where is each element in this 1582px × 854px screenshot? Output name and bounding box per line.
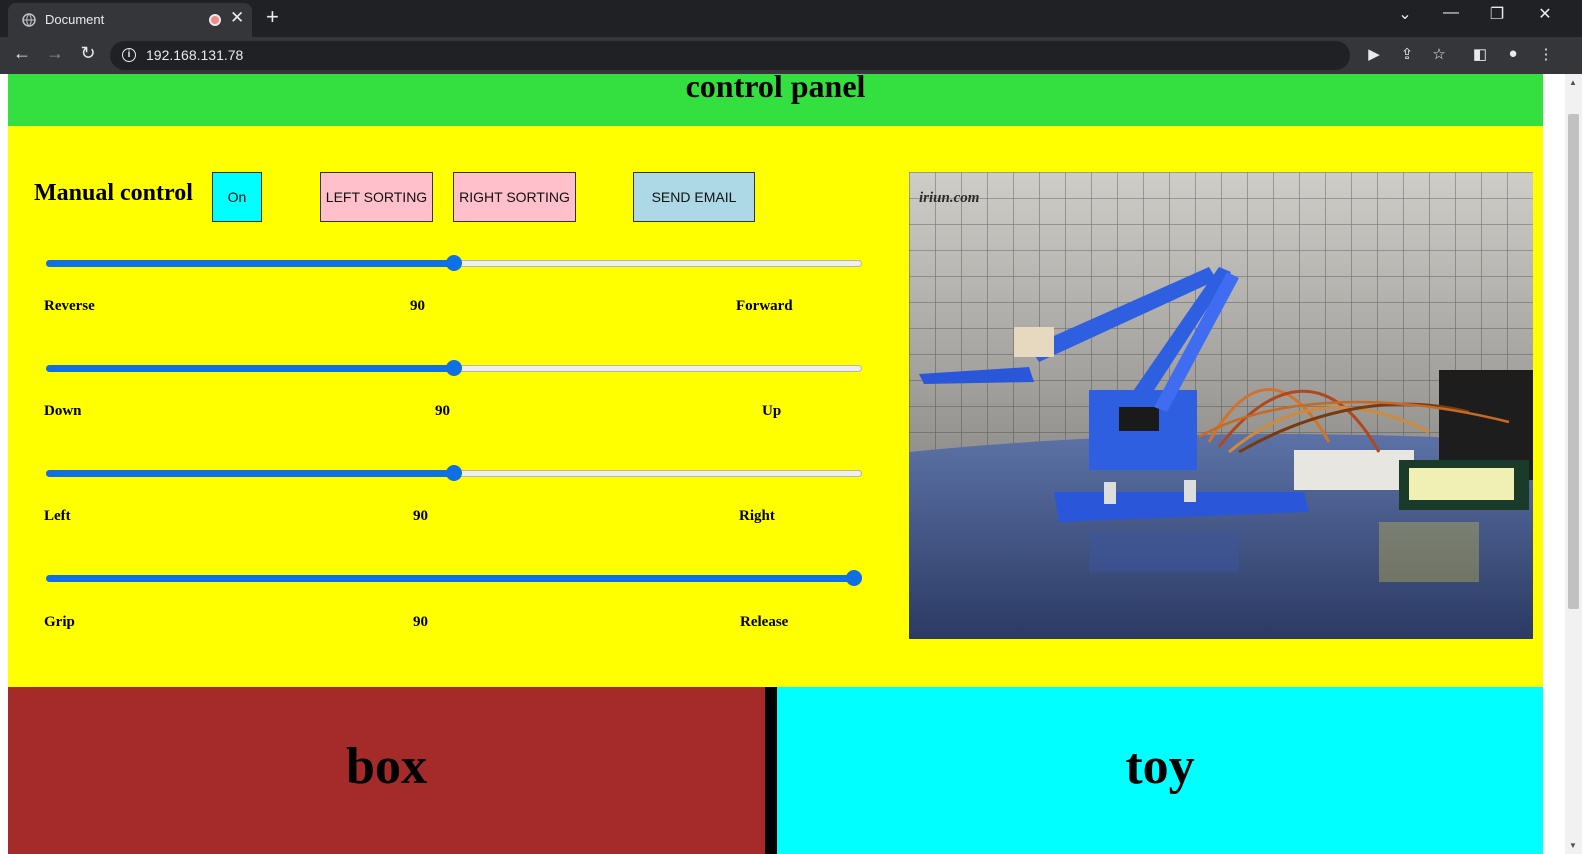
minimize-icon[interactable]: — [1436, 4, 1466, 22]
slider-fill [46, 365, 454, 372]
slider-forward-reverse[interactable] [46, 255, 862, 271]
address-bar[interactable]: i 192.168.131.78 [110, 41, 1350, 70]
slider-min-label: Down [44, 403, 82, 419]
new-tab-icon[interactable]: + [266, 4, 279, 30]
slider-thumb[interactable] [446, 255, 462, 271]
slider-value-label: 90 [435, 403, 450, 419]
slider-thumb[interactable] [846, 570, 862, 586]
page-scrollbar[interactable]: ▲ ▼ [1565, 74, 1582, 854]
globe-icon [22, 13, 36, 27]
slider-value-label: 90 [410, 298, 425, 314]
camera-watermark: iriun.com [919, 190, 979, 206]
slider-value-label: 90 [413, 614, 428, 630]
header-bar: control panel [8, 74, 1543, 126]
slider-thumb[interactable] [446, 360, 462, 376]
left-sorting-button[interactable]: LEFT SORTING [320, 172, 433, 222]
box-bin-label: box [346, 738, 427, 795]
slider-fill [46, 470, 454, 477]
scroll-down-arrow-icon[interactable]: ▼ [1569, 841, 1577, 850]
slider-fill [46, 575, 854, 582]
tab-search-chevron-icon[interactable]: ⌄ [1390, 4, 1420, 24]
scroll-thumb[interactable] [1568, 114, 1579, 609]
slider-value-label: 90 [413, 508, 428, 524]
share-icon[interactable]: ⇪ [1396, 45, 1418, 63]
slider-min-label: Reverse [44, 298, 95, 314]
browser-tab[interactable]: Document ✕ [8, 3, 252, 37]
toy-bin-label: toy [1125, 738, 1195, 795]
camera-in-use-icon[interactable]: ▶ [1363, 45, 1385, 63]
slider-left-right[interactable] [46, 465, 862, 481]
robot-arm-camera-image: iriun.com [909, 172, 1533, 639]
close-tab-icon[interactable]: ✕ [230, 8, 244, 28]
reload-icon[interactable]: ↻ [75, 43, 101, 64]
slider-thumb[interactable] [446, 465, 462, 481]
slider-fill [46, 260, 454, 267]
slider-max-label: Release [740, 614, 789, 630]
url-text: 192.168.131.78 [146, 47, 244, 63]
on-button[interactable]: On [212, 172, 262, 222]
profile-icon[interactable]: ● [1502, 45, 1524, 62]
slider-max-label: Forward [736, 298, 793, 314]
camera-feed: iriun.com [909, 172, 1533, 639]
toy-bin-panel: toy [777, 687, 1543, 854]
send-email-button[interactable]: SEND EMAIL [633, 172, 755, 222]
tab-title: Document [45, 12, 105, 27]
box-bin-panel: box [8, 687, 765, 854]
slider-max-label: Right [739, 508, 775, 524]
restore-icon[interactable]: ❐ [1482, 4, 1512, 24]
slider-grip-release[interactable] [46, 570, 862, 586]
close-window-icon[interactable]: ✕ [1530, 4, 1560, 24]
browser-tab-bar: Document ✕ + ⌄ — ❐ ✕ [0, 0, 1582, 37]
browser-toolbar: ← → ↻ i 192.168.131.78 ▶ ⇪ ☆ ◧ ● ⋮ [0, 37, 1582, 74]
side-panel-icon[interactable]: ◧ [1469, 45, 1491, 63]
menu-kebab-icon[interactable]: ⋮ [1535, 45, 1557, 63]
back-icon[interactable]: ← [9, 43, 35, 64]
bookmark-star-icon[interactable]: ☆ [1428, 45, 1450, 63]
forward-icon[interactable]: → [42, 43, 68, 64]
bin-divider [765, 687, 777, 854]
page-title: control panel [685, 74, 866, 104]
scroll-up-arrow-icon[interactable]: ▲ [1569, 78, 1577, 87]
slider-min-label: Grip [44, 614, 75, 630]
slider-min-label: Left [44, 508, 71, 524]
recording-indicator-icon [209, 14, 221, 26]
right-sorting-button[interactable]: RIGHT SORTING [453, 172, 576, 222]
manual-control-label: Manual control [34, 180, 193, 206]
page-viewport: control panel Manual control On LEFT SOR… [0, 74, 1582, 854]
site-info-icon[interactable]: i [122, 48, 136, 62]
slider-max-label: Up [762, 403, 782, 419]
slider-up-down[interactable] [46, 360, 862, 376]
control-panel: Manual control On LEFT SORTING RIGHT SOR… [8, 126, 1543, 687]
